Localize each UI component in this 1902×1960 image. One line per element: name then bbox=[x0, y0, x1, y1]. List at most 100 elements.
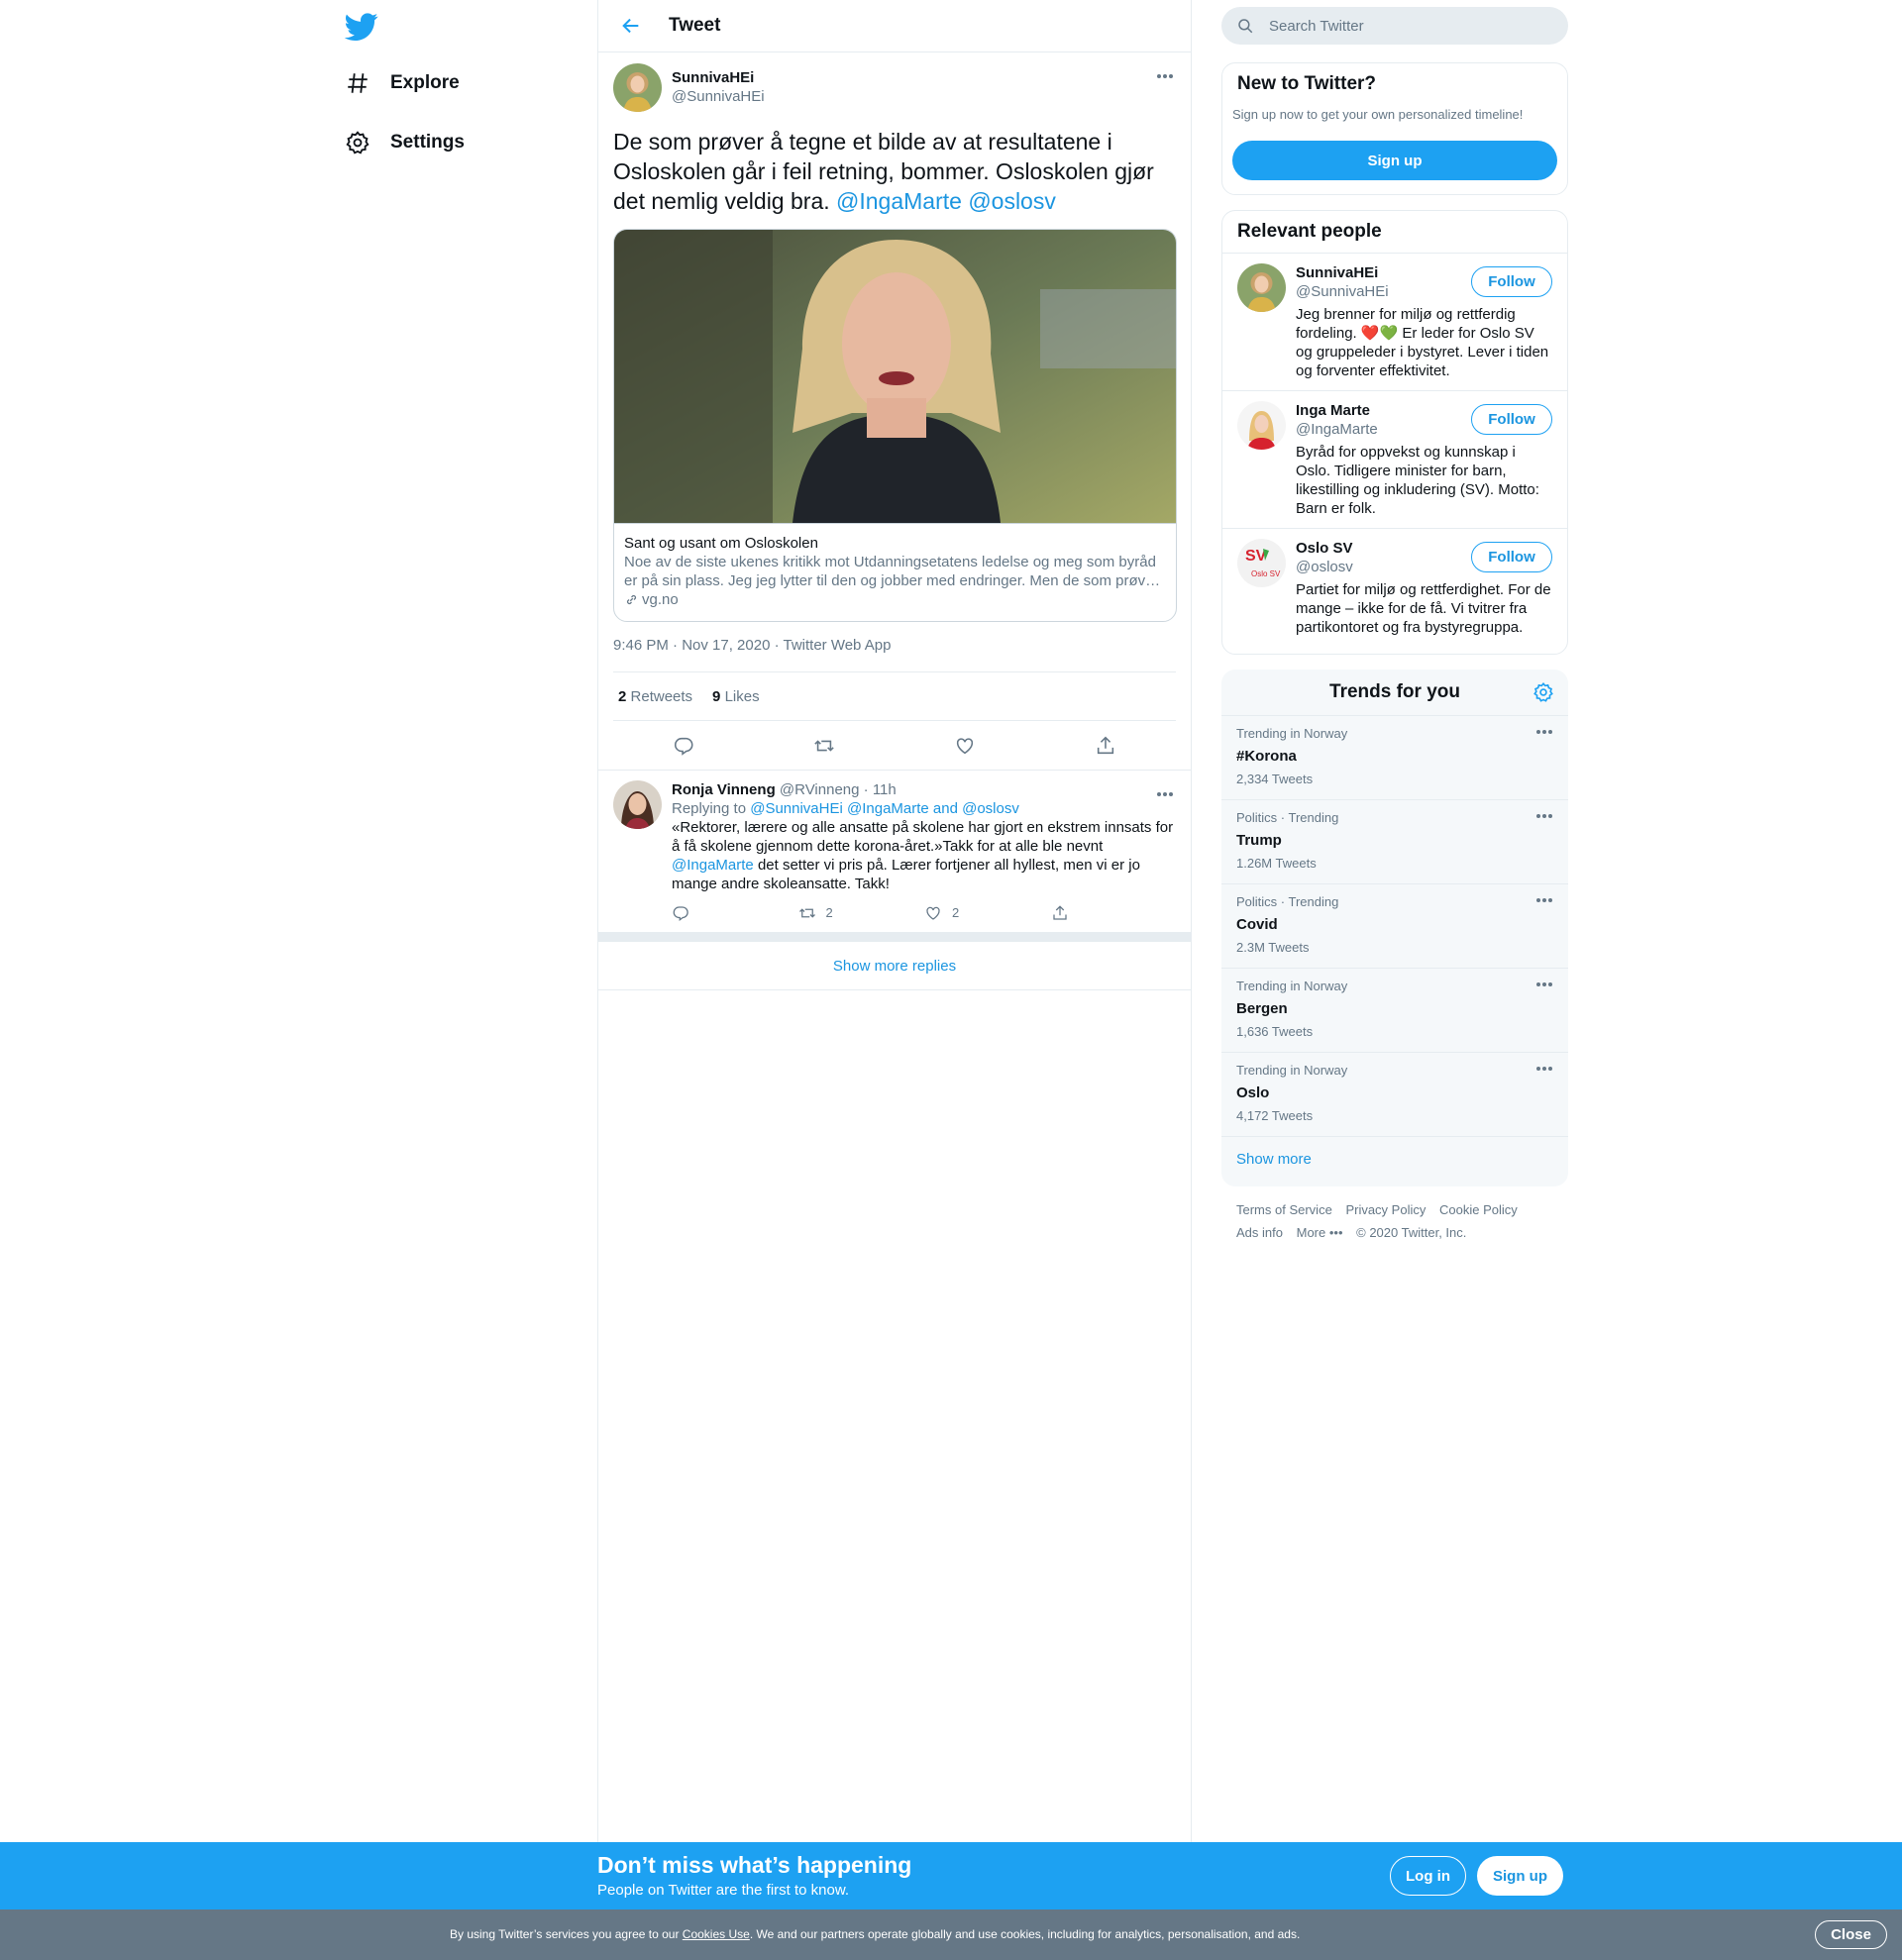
show-more-trends-link[interactable]: Show more bbox=[1221, 1137, 1568, 1182]
cookie-policy-link[interactable]: Cookie Policy bbox=[1439, 1202, 1518, 1217]
relevant-people-box: Relevant people SunnivaHEi @SunnivaHEi J… bbox=[1221, 210, 1568, 655]
arrow-left-icon bbox=[622, 18, 639, 34]
more-options-icon[interactable] bbox=[1535, 730, 1553, 734]
search-icon bbox=[1238, 19, 1253, 34]
replying-to-targets[interactable]: @SunnivaHEi @IngaMarte and @oslosv bbox=[750, 800, 1019, 817]
more-link[interactable]: More ••• bbox=[1297, 1225, 1343, 1240]
follow-button[interactable]: Follow bbox=[1471, 404, 1552, 435]
more-options-icon[interactable] bbox=[1535, 982, 1553, 986]
avatar[interactable] bbox=[1237, 401, 1286, 450]
main-tweet: SunnivaHEi @SunnivaHEi De som prøver å t… bbox=[598, 52, 1191, 770]
reply-mention[interactable]: @IngaMarte bbox=[672, 857, 754, 874]
main-header: Tweet bbox=[598, 0, 1191, 52]
signup-banner: Don’t miss what’s happening People on Tw… bbox=[0, 1842, 1902, 1909]
tweet-text: De som prøver å tegne et bilde av at res… bbox=[613, 127, 1176, 216]
reply-share-button[interactable] bbox=[1051, 903, 1178, 922]
trend-context: Politics · Trending bbox=[1236, 894, 1339, 909]
author-handle: @SunnivaHEi bbox=[672, 88, 765, 105]
reply-text-part1: «Rektorer, lærere og alle ansatte på sko… bbox=[672, 819, 1174, 855]
avatar[interactable]: SV Oslo SV bbox=[1237, 539, 1286, 587]
person-item[interactable]: SunnivaHEi @SunnivaHEi Jeg brenner for m… bbox=[1222, 253, 1567, 390]
person-item[interactable]: Inga Marte @IngaMarte Byråd for oppvekst… bbox=[1222, 390, 1567, 528]
reply-retweet-button[interactable]: 2 bbox=[798, 903, 925, 922]
trend-name: #Korona bbox=[1236, 748, 1297, 765]
show-more-replies-button[interactable]: Show more replies bbox=[598, 942, 1191, 990]
reply-actions: 2 2 bbox=[672, 903, 1177, 922]
svg-text:Oslo SV: Oslo SV bbox=[1251, 569, 1281, 578]
search-box[interactable] bbox=[1221, 7, 1568, 45]
link-icon bbox=[626, 594, 637, 605]
avatar[interactable] bbox=[613, 780, 662, 829]
trends-title: Trends for you bbox=[1329, 681, 1460, 702]
person-item[interactable]: SV Oslo SV Oslo SV @oslosv Partiet for m… bbox=[1222, 528, 1567, 647]
trend-name: Covid bbox=[1236, 916, 1278, 933]
card-domain: vg.no bbox=[642, 591, 679, 608]
reply-retweet-count: 2 bbox=[825, 905, 833, 920]
mention-oslosv[interactable]: @oslosv bbox=[968, 188, 1056, 214]
trend-context: Trending in Norway bbox=[1236, 726, 1348, 741]
nav-settings-label: Settings bbox=[390, 132, 465, 153]
trend-context: Politics · Trending bbox=[1236, 810, 1339, 825]
cookie-banner: By using Twitter’s services you agree to… bbox=[0, 1909, 1902, 1960]
cookies-use-link[interactable]: Cookies Use bbox=[683, 1927, 750, 1941]
tweet-actions bbox=[613, 721, 1176, 770]
trends-box: Trends for you Trending in Norway #Koron… bbox=[1221, 670, 1568, 1186]
close-button[interactable]: Close bbox=[1815, 1920, 1887, 1949]
trend-item[interactable]: Trending in Norway Bergen 1,636 Tweets bbox=[1221, 969, 1568, 1053]
trend-item[interactable]: Politics · Trending Trump 1.26M Tweets bbox=[1221, 800, 1568, 884]
privacy-link[interactable]: Privacy Policy bbox=[1345, 1202, 1426, 1217]
trend-name: Oslo bbox=[1236, 1084, 1270, 1101]
follow-button[interactable]: Follow bbox=[1471, 266, 1552, 297]
follow-button[interactable]: Follow bbox=[1471, 542, 1552, 572]
trend-count: 2.3M Tweets bbox=[1236, 940, 1310, 955]
footer: Terms of Service Privacy Policy Cookie P… bbox=[1236, 1198, 1563, 1244]
tweet-author[interactable]: SunnivaHEi @SunnivaHEi bbox=[613, 62, 1176, 112]
more-options-icon[interactable] bbox=[1154, 784, 1176, 804]
more-options-icon[interactable] bbox=[1535, 1067, 1553, 1071]
avatar[interactable] bbox=[1237, 263, 1286, 312]
log-in-button[interactable]: Log in bbox=[1390, 1856, 1466, 1896]
reply-reply-button[interactable] bbox=[672, 903, 798, 922]
new-to-twitter-title: New to Twitter? bbox=[1237, 73, 1377, 94]
reply-tweet[interactable]: Ronja Vinneng @RVinneng · 11h Replying t… bbox=[598, 770, 1191, 932]
likes-stat[interactable]: 9 Likes bbox=[712, 688, 760, 705]
tweet-timestamp[interactable]: 9:46 PM · Nov 17, 2020 · Twitter Web App bbox=[613, 637, 1176, 657]
banner-subtitle: People on Twitter are the first to know. bbox=[597, 1882, 850, 1899]
search-input[interactable] bbox=[1269, 17, 1546, 35]
share-icon[interactable] bbox=[1086, 726, 1125, 766]
trend-item[interactable]: Politics · Trending Covid 2.3M Tweets bbox=[1221, 884, 1568, 969]
reply-time[interactable]: · 11h bbox=[864, 781, 897, 798]
more-options-icon[interactable] bbox=[1154, 66, 1176, 86]
back-button[interactable] bbox=[613, 8, 649, 44]
new-to-twitter-box: New to Twitter? Sign up now to get your … bbox=[1221, 62, 1568, 195]
sign-up-button[interactable]: Sign up bbox=[1232, 141, 1557, 180]
retweet-icon[interactable] bbox=[804, 726, 844, 766]
more-options-icon[interactable] bbox=[1535, 814, 1553, 818]
banner-sign-up-button[interactable]: Sign up bbox=[1477, 1856, 1563, 1896]
nav-explore[interactable]: Explore bbox=[345, 59, 460, 107]
more-options-icon[interactable] bbox=[1535, 898, 1553, 902]
gear-icon bbox=[346, 131, 370, 155]
card-description: Noe av de siste ukenes kritikk mot Utdan… bbox=[624, 554, 1161, 589]
like-icon[interactable] bbox=[945, 726, 985, 766]
hashtag-icon bbox=[348, 73, 368, 93]
trend-item[interactable]: Trending in Norway Oslo 4,172 Tweets bbox=[1221, 1053, 1568, 1137]
terms-link[interactable]: Terms of Service bbox=[1236, 1202, 1332, 1217]
reply-author-name[interactable]: Ronja Vinneng bbox=[672, 781, 776, 798]
trend-item[interactable]: Trending in Norway #Korona 2,334 Tweets bbox=[1221, 716, 1568, 800]
gear-icon[interactable] bbox=[1532, 681, 1554, 703]
link-card[interactable]: Sant og usant om Osloskolen Noe av de si… bbox=[613, 229, 1177, 622]
new-to-twitter-subtitle: Sign up now to get your own personalized… bbox=[1232, 107, 1524, 122]
banner-title: Don’t miss what’s happening bbox=[597, 1852, 912, 1878]
twitter-logo-icon[interactable] bbox=[344, 10, 378, 44]
reply-like-button[interactable]: 2 bbox=[924, 903, 1051, 922]
retweets-stat[interactable]: 2 Retweets bbox=[618, 688, 692, 705]
mention-ingamarte[interactable]: @IngaMarte bbox=[836, 188, 962, 214]
person-bio: Jeg brenner for miljø og rettferdig ford… bbox=[1296, 306, 1549, 379]
cookie-text: By using Twitter’s services you agree to… bbox=[450, 1927, 1301, 1941]
nav-settings[interactable]: Settings bbox=[345, 119, 465, 166]
ads-info-link[interactable]: Ads info bbox=[1236, 1225, 1283, 1240]
reply-icon[interactable] bbox=[664, 726, 703, 766]
avatar[interactable] bbox=[613, 62, 662, 112]
card-title: Sant og usant om Osloskolen bbox=[624, 535, 818, 552]
